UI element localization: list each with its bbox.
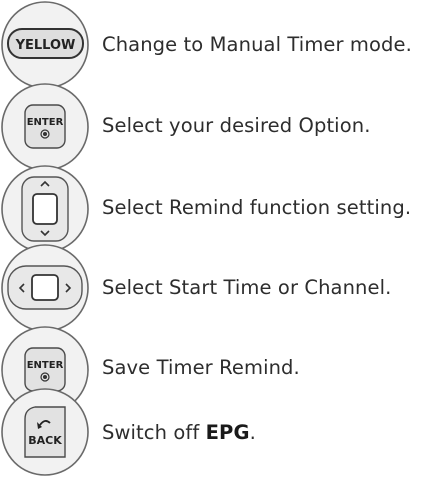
back-button-icon: BACK [1, 388, 89, 476]
switch-off-text: Switch off [102, 421, 206, 444]
step-text-switch-off-epg: Switch off EPG. [102, 421, 256, 444]
enter-button-label: ENTER [27, 117, 64, 128]
step-up-down: Select Remind function setting. [0, 164, 444, 254]
step-enter-option: ENTER Select your desired Option. [0, 82, 444, 172]
step-yellow: YELLOW Change to Manual Timer mode. [0, 0, 444, 90]
step-text-start-time: Select Start Time or Channel. [102, 276, 392, 299]
step-text-desired-option: Select your desired Option. [102, 114, 371, 137]
period-text: . [249, 421, 256, 444]
yellow-button-icon: YELLOW [1, 1, 89, 89]
yellow-button-label: YELLOW [15, 38, 76, 53]
step-text-save-timer: Save Timer Remind. [102, 356, 300, 379]
step-text-manual-timer: Change to Manual Timer mode. [102, 33, 412, 56]
left-right-icon [1, 244, 89, 332]
up-down-icon [1, 165, 89, 253]
back-button-label: BACK [28, 434, 62, 447]
step-left-right: Select Start Time or Channel. [0, 243, 444, 333]
enter-button-label: ENTER [27, 360, 64, 371]
step-text-remind-function: Select Remind function setting. [102, 196, 412, 219]
step-back: BACK Switch off EPG. [0, 387, 444, 477]
enter-button-icon: ENTER [1, 83, 89, 171]
epg-text: EPG [205, 421, 250, 444]
